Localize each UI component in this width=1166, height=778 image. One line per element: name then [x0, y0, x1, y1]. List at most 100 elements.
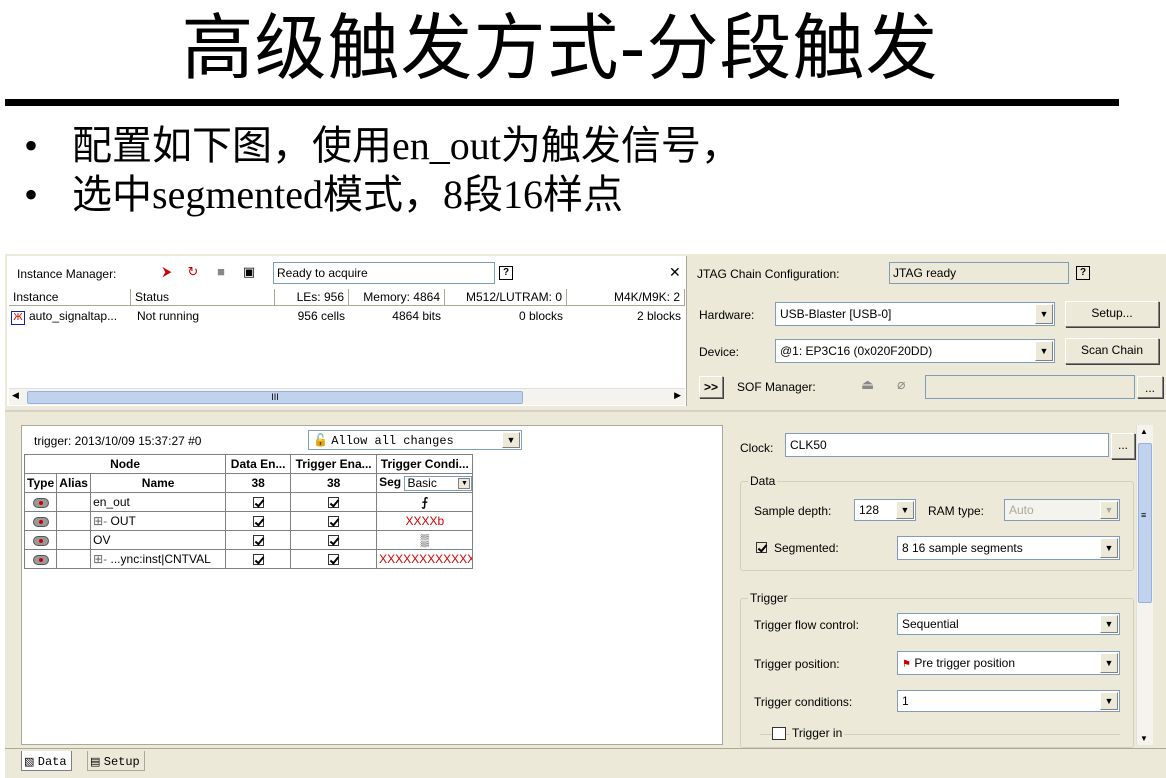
attach-icon[interactable]: ⌀: [897, 376, 905, 393]
instance-memory: 4864 bits: [392, 309, 441, 323]
scroll-grip-icon: ≡: [1141, 510, 1147, 520]
trigger-condition-cell[interactable]: ⨍: [376, 492, 474, 512]
sample-depth-select[interactable]: 128 ▼: [854, 499, 916, 521]
chevron-down-icon[interactable]: ▼: [896, 501, 914, 519]
expand-icon[interactable]: ⊞-: [93, 514, 107, 528]
header-trigger-enable[interactable]: Trigger Ena...: [290, 454, 378, 474]
sample-depth-label: Sample depth:: [754, 504, 832, 518]
chevron-down-icon[interactable]: ▼: [1100, 538, 1118, 558]
trigger-enable-checkbox[interactable]: [290, 549, 378, 569]
help-icon[interactable]: ?: [499, 266, 513, 280]
node-row[interactable]: en_out ⨍: [23, 492, 474, 512]
setup-button[interactable]: Setup...: [1065, 301, 1159, 327]
chevron-down-icon[interactable]: ▼: [1100, 501, 1118, 519]
scan-chain-button[interactable]: Scan Chain: [1065, 338, 1159, 364]
scroll-thumb[interactable]: [1138, 443, 1152, 603]
chevron-down-icon[interactable]: ▼: [1100, 692, 1118, 710]
instance-m512: 0 blocks: [518, 309, 563, 323]
header-data-enable[interactable]: Data En...: [225, 454, 292, 474]
trigger-condition-cell[interactable]: XXXXXXXXXXXX...: [376, 549, 474, 569]
expand-icon[interactable]: ⊞-: [93, 552, 110, 566]
node-name-text: OUT: [110, 514, 136, 528]
chevron-down-icon[interactable]: ▼: [502, 432, 520, 448]
node-name-text: ...ync:inst|CNTVAL: [110, 552, 211, 566]
clock-browse-button[interactable]: ...: [1111, 433, 1135, 459]
panel-splitter[interactable]: [5, 410, 1166, 412]
tab-setup[interactable]: ▤ Setup: [87, 751, 145, 771]
close-icon[interactable]: ✕: [669, 264, 681, 281]
ram-type-select[interactable]: Auto ▼: [1004, 499, 1120, 521]
autorun-analysis-icon[interactable]: ⮞: [159, 264, 175, 280]
trigger-position-select[interactable]: ⚑ Pre trigger position ▼: [897, 651, 1120, 675]
storage-qualifier-select[interactable]: 🔓 Allow all changes ▼: [308, 430, 522, 450]
pre-trigger-icon: ⚑: [902, 659, 911, 670]
trigger-in-checkbox[interactable]: [772, 727, 786, 740]
column-memory[interactable]: Memory: 4864: [349, 289, 445, 306]
hardware-select[interactable]: USB-Blaster [USB-0] ▼: [775, 302, 1055, 326]
trigger-enable-checkbox[interactable]: [290, 492, 378, 512]
segmented-select[interactable]: 8 16 sample segments ▼: [897, 536, 1120, 560]
node-alias[interactable]: [56, 492, 92, 512]
column-m512[interactable]: M512/LUTRAM: 0: [445, 289, 567, 306]
trigger-condition-cell[interactable]: ▒: [376, 530, 474, 550]
node-alias[interactable]: [56, 511, 92, 531]
data-enable-checkbox[interactable]: [225, 492, 292, 512]
node-name[interactable]: ⊞- OUT: [90, 511, 227, 531]
node-alias[interactable]: [56, 549, 92, 569]
instance-horizontal-scrollbar[interactable]: ◀ III ▶: [9, 388, 685, 405]
column-instance[interactable]: Instance: [9, 289, 131, 306]
sof-browse-button[interactable]: ...: [1137, 376, 1163, 398]
input-port-icon: [32, 497, 49, 508]
expand-sof-button[interactable]: >>: [699, 376, 723, 398]
scroll-up-icon[interactable]: ▲: [1140, 427, 1148, 436]
column-les[interactable]: LEs: 956: [275, 289, 349, 306]
chevron-down-icon[interactable]: ▼: [1035, 304, 1053, 324]
device-select[interactable]: @1: EP3C16 (0x020F20DD) ▼: [775, 339, 1055, 363]
clock-value: CLK50: [790, 438, 827, 452]
chevron-down-icon[interactable]: ▼: [458, 477, 471, 489]
condition-mode-select[interactable]: Basic ▼: [404, 475, 472, 491]
header-name[interactable]: Name: [90, 473, 227, 493]
chevron-down-icon[interactable]: ▼: [1100, 653, 1118, 673]
trigger-conditions-select[interactable]: 1 ▼: [897, 690, 1120, 712]
header-trigger-condition[interactable]: Trigger Condi...: [376, 454, 474, 474]
node-name[interactable]: ⊞- ...ync:inst|CNTVAL: [90, 549, 227, 569]
chevron-down-icon[interactable]: ▼: [1100, 615, 1118, 633]
program-device-icon[interactable]: ⏏: [861, 376, 874, 393]
node-alias[interactable]: [56, 530, 92, 550]
data-enable-checkbox[interactable]: [225, 549, 292, 569]
stop-analysis-icon[interactable]: ■: [213, 264, 229, 280]
trigger-flow-select[interactable]: Sequential ▼: [897, 613, 1120, 635]
trigger-condition-cell[interactable]: XXXXb: [376, 511, 474, 531]
node-row[interactable]: ⊞- OUT XXXXb: [23, 511, 474, 531]
read-data-icon[interactable]: ▣: [241, 264, 257, 280]
chevron-down-icon[interactable]: ▼: [1035, 341, 1053, 361]
data-enable-checkbox[interactable]: [225, 511, 292, 531]
help-icon[interactable]: ?: [1076, 266, 1090, 280]
node-row[interactable]: OV ▒: [23, 530, 474, 550]
properties-vertical-scrollbar[interactable]: ▲ ≡ ▼: [1136, 425, 1153, 745]
node-name[interactable]: en_out: [90, 492, 227, 512]
header-node[interactable]: Node: [23, 454, 227, 474]
sof-file-field[interactable]: [925, 375, 1135, 399]
clock-field[interactable]: CLK50: [785, 433, 1109, 457]
scroll-down-icon[interactable]: ▼: [1140, 734, 1148, 743]
scroll-thumb[interactable]: III: [27, 391, 523, 404]
scroll-right-icon[interactable]: ▶: [674, 390, 681, 401]
title-rule: [5, 99, 1119, 106]
instance-status: Not running: [137, 309, 200, 323]
header-type[interactable]: Type: [23, 473, 58, 493]
scroll-left-icon[interactable]: ◀: [12, 390, 19, 401]
header-alias[interactable]: Alias: [56, 473, 92, 493]
node-name[interactable]: OV: [90, 530, 227, 550]
signaltap-window: Instance Manager: ⮞ ↻ ■ ▣ Ready to acqui…: [5, 254, 1166, 778]
node-row[interactable]: ⊞- ...ync:inst|CNTVAL XXXXXXXXXXXX...: [23, 549, 474, 569]
column-m4k[interactable]: M4K/M9K: 2: [567, 289, 685, 306]
run-analysis-icon[interactable]: ↻: [185, 264, 201, 280]
trigger-enable-checkbox[interactable]: [290, 530, 378, 550]
trigger-enable-checkbox[interactable]: [290, 511, 378, 531]
segmented-checkbox[interactable]: [756, 542, 767, 553]
tab-data[interactable]: ▧ Data: [21, 751, 72, 771]
data-enable-checkbox[interactable]: [225, 530, 292, 550]
column-status[interactable]: Status: [131, 289, 275, 306]
